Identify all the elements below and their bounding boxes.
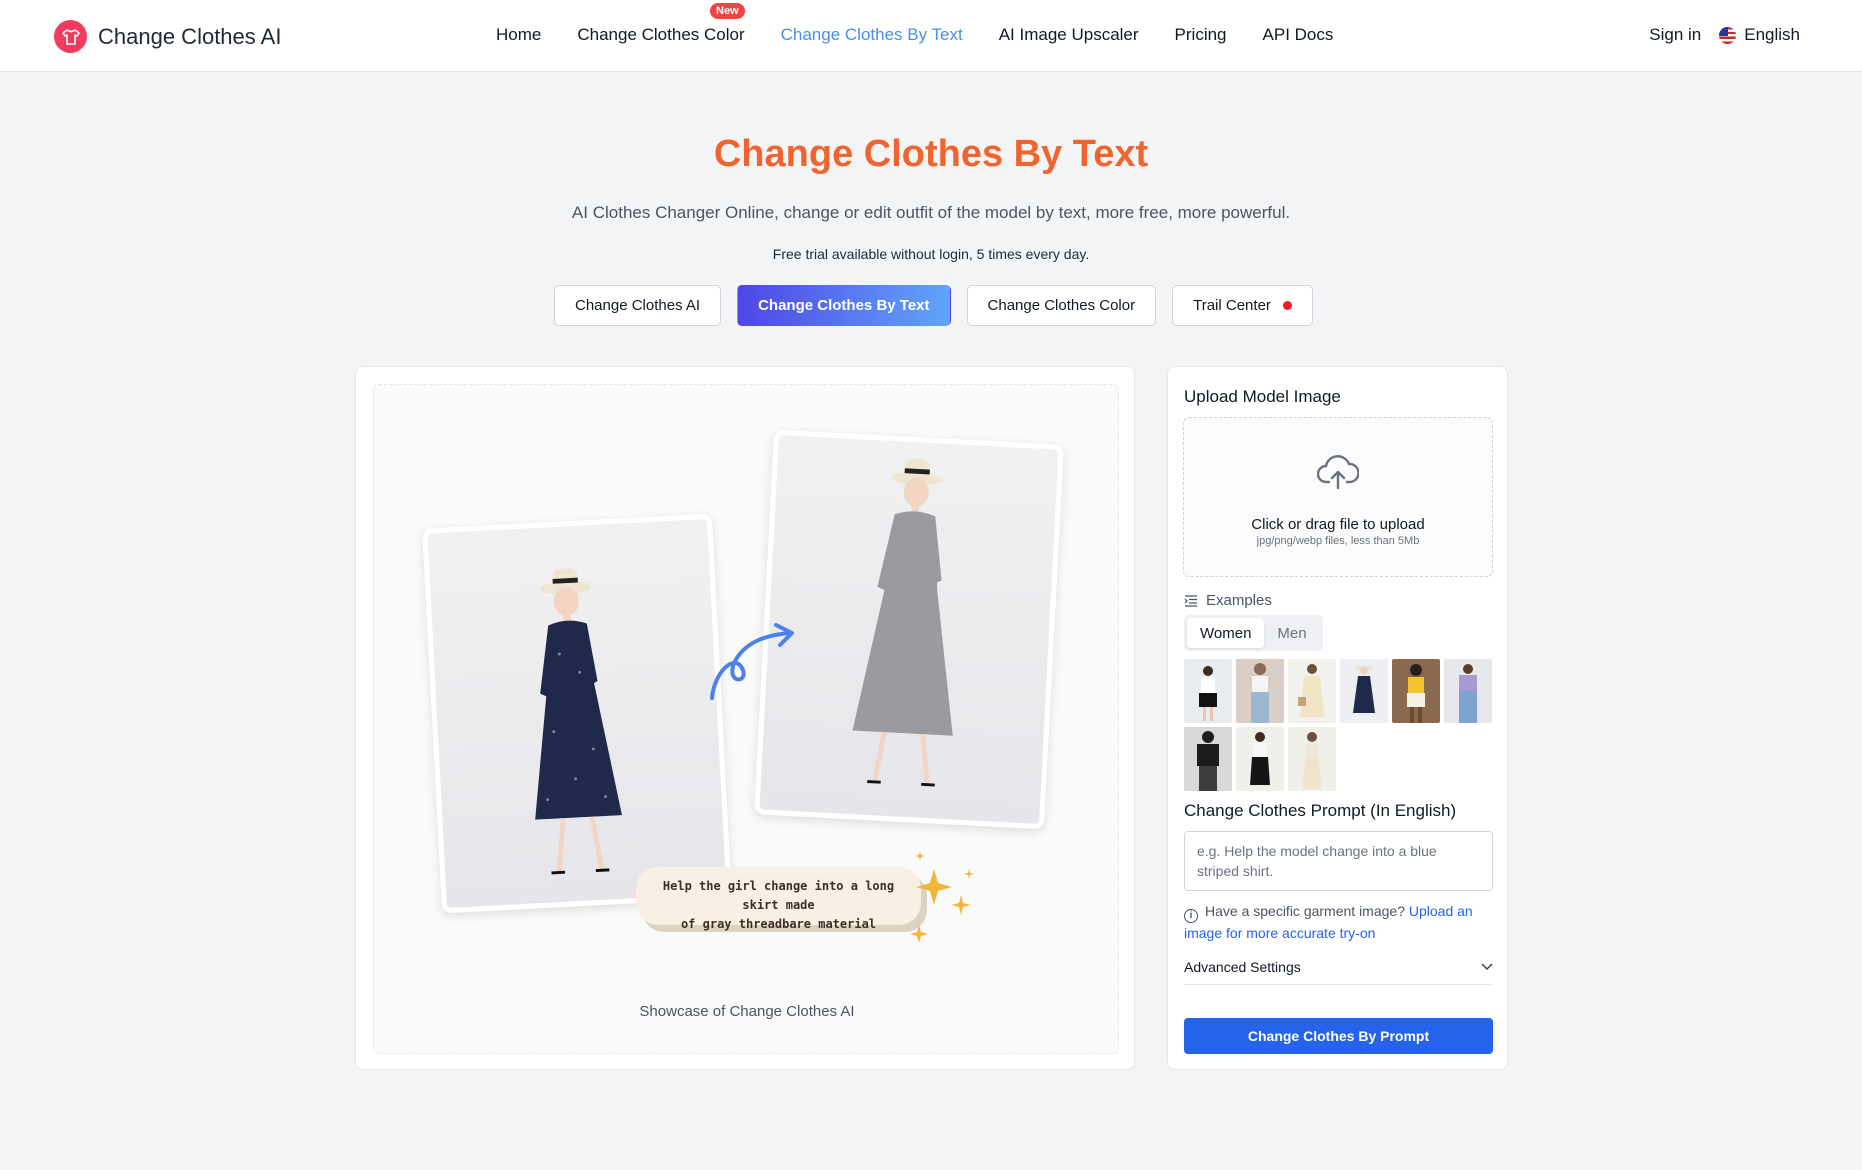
info-icon: i (1184, 909, 1198, 923)
before-photo (422, 513, 732, 914)
caption-line-1: Help the girl change into a long skirt m… (662, 879, 895, 912)
change-clothes-submit-button[interactable]: Change Clothes By Prompt (1184, 1018, 1493, 1054)
chevron-down-icon (1481, 962, 1493, 970)
nav-change-clothes-color[interactable]: Change Clothes Color New (577, 3, 745, 45)
tab-trail-center[interactable]: Trail Center (1172, 285, 1313, 326)
page-subtitle: AI Clothes Changer Online, change or edi… (571, 203, 1291, 222)
prompt-title: Change Clothes Prompt (In English) (1184, 801, 1457, 820)
nav-home[interactable]: Home (496, 25, 541, 45)
list-icon (1184, 594, 1197, 607)
tab-label: Change Clothes By Text (758, 297, 930, 314)
example-thumbnail[interactable] (1288, 659, 1336, 723)
showcase-card: Help the girl change into a long skirt m… (355, 366, 1135, 1070)
example-thumbnail[interactable] (1340, 659, 1388, 723)
examples-tab-women[interactable]: Women (1187, 618, 1265, 648)
showcase-caption: Showcase of Change Clothes AI (639, 1003, 855, 1020)
advanced-settings-toggle[interactable]: Advanced Settings (1184, 949, 1493, 985)
brand-logo[interactable]: Change Clothes AI (54, 20, 281, 53)
example-thumbnail[interactable] (1392, 659, 1440, 723)
language-label: English (1744, 25, 1800, 44)
upload-file-hint: jpg/png/webp files, less than 5Mb (1256, 535, 1420, 547)
sparkles-icon (910, 851, 974, 943)
upload-dropzone[interactable]: Click or drag file to upload jpg/png/web… (1183, 417, 1493, 577)
trial-note: Free trial available without login, 5 ti… (772, 246, 1090, 262)
example-thumbnail[interactable] (1236, 727, 1284, 791)
language-selector[interactable]: English (1719, 25, 1800, 45)
tab-change-clothes-ai[interactable]: Change Clothes AI (554, 285, 722, 326)
notification-dot (1282, 301, 1292, 310)
example-thumbnail[interactable] (1288, 727, 1336, 791)
control-panel: Upload Model Image Click or drag file to… (1167, 366, 1508, 1070)
sign-in-link[interactable]: Sign in (1649, 25, 1701, 45)
caption-line-2: of gray threadbare material (680, 917, 877, 931)
example-thumbnail[interactable] (1236, 659, 1284, 723)
nav-api-docs[interactable]: API Docs (1263, 25, 1334, 45)
nav-ai-image-upscaler[interactable]: AI Image Upscaler (999, 25, 1139, 45)
us-flag-icon (1719, 26, 1737, 44)
tab-change-clothes-color[interactable]: Change Clothes Color (966, 285, 1157, 326)
example-thumbnails (1184, 659, 1496, 791)
header-actions: Sign in English (1649, 25, 1800, 45)
curved-arrow-icon (710, 623, 794, 700)
showcase-area: Help the girl change into a long skirt m… (373, 384, 1119, 1054)
top-header: Change Clothes AI Home Change Clothes Co… (0, 0, 1862, 72)
brand-name: Change Clothes AI (98, 23, 282, 49)
nav-pricing[interactable]: Pricing (1175, 25, 1227, 45)
examples-tab-men[interactable]: Men (1264, 618, 1319, 648)
cloud-upload-icon (1317, 455, 1359, 490)
hint-text: Have a specific garment image? (1205, 903, 1405, 919)
new-badge: New (710, 3, 745, 19)
tab-label: Change Clothes AI (575, 297, 701, 314)
nav-change-clothes-color-label: Change Clothes Color (577, 25, 745, 44)
example-thumbnail[interactable] (1184, 659, 1232, 723)
main-nav: Home Change Clothes Color New Change Clo… (496, 3, 1334, 45)
prompt-caption-bubble: Help the girl change into a long skirt m… (636, 867, 921, 931)
upload-instruction: Click or drag file to upload (1251, 516, 1425, 533)
model-in-floral-dress-image (535, 568, 622, 875)
prompt-textarea[interactable] (1184, 831, 1493, 891)
advanced-settings-label: Advanced Settings (1184, 958, 1301, 975)
tab-label: Trail Center (1193, 297, 1271, 314)
tab-change-clothes-by-text[interactable]: Change Clothes By Text (737, 285, 951, 326)
nav-change-clothes-by-text[interactable]: Change Clothes By Text (781, 25, 963, 45)
model-in-gray-dress-image (852, 459, 953, 787)
upload-title: Upload Model Image (1184, 387, 1341, 406)
examples-gender-toggle: Women Men (1184, 615, 1323, 651)
tab-label: Change Clothes Color (987, 297, 1136, 314)
example-thumbnail[interactable] (1444, 659, 1492, 723)
page-title: Change Clothes By Text (713, 133, 1149, 175)
garment-upload-hint: i Have a specific garment image? Upload a… (1184, 901, 1496, 944)
examples-label: Examples (1206, 592, 1272, 609)
example-thumbnail[interactable] (1184, 727, 1232, 791)
tool-tabs: Change Clothes AI Change Clothes By Text… (554, 285, 1313, 326)
tshirt-icon (54, 20, 87, 53)
examples-header: Examples (1184, 592, 1272, 609)
